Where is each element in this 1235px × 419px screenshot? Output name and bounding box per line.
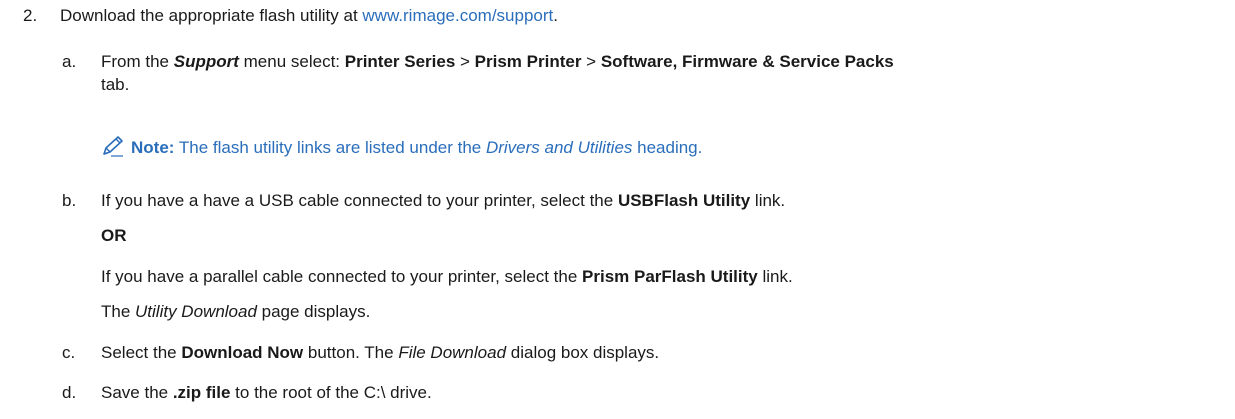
step-a-text-1: From the — [101, 52, 174, 71]
utility-download-text: The Utility Download page displays. — [101, 301, 370, 323]
step-letter-b: b. — [62, 191, 77, 210]
step-d-text: Save the .zip file to the root of the C:… — [101, 382, 432, 404]
step-a-tab-word: tab. — [101, 75, 130, 94]
support-menu-name: Support — [173, 52, 239, 71]
step-b-text: If you have a have a USB cable connected… — [101, 190, 785, 212]
prism-printer-label: Prism Printer — [474, 52, 582, 71]
step-a-text-2: menu select: — [238, 52, 345, 71]
step-c-text-3: dialog box displays. — [506, 343, 660, 362]
step-a-text: From the Support menu select: Printer Se… — [101, 51, 894, 73]
parallel-text-1: If you have a parallel cable connected t… — [101, 267, 583, 286]
step-b-text-2: link. — [750, 191, 786, 210]
step-letter-d: d. — [62, 383, 77, 402]
note-text-2: heading. — [632, 138, 703, 157]
support-link[interactable]: www.rimage.com/support — [362, 6, 553, 25]
drivers-utilities-heading: Drivers and Utilities — [485, 138, 633, 157]
menu-separator-1: > — [455, 52, 475, 71]
or-text: OR — [101, 226, 127, 245]
parallel-text-2: link. — [757, 267, 793, 286]
step-number-2: 2. — [23, 6, 38, 25]
step-b-text-1: If you have a have a USB cable connected… — [101, 191, 618, 210]
utility-download-page-name: Utility Download — [135, 302, 257, 321]
step-d-text-2: to the root of the C:\ drive. — [230, 383, 432, 402]
printer-series-label: Printer Series — [344, 52, 456, 71]
step-2-period: . — [553, 6, 558, 25]
parflash-utility-link-name: Prism ParFlash Utility — [582, 267, 758, 286]
pencil-icon — [103, 136, 123, 157]
menu-separator-2: > — [581, 52, 601, 71]
note-label: Note: — [131, 138, 175, 157]
note-line: Note: The flash utility links are listed… — [101, 135, 702, 159]
zip-file-name: .zip file — [172, 383, 231, 402]
file-download-dialog-name: File Download — [398, 343, 507, 362]
step-2-text-before: Download the appropriate flash utility a… — [60, 6, 363, 25]
step-letter-a: a. — [62, 52, 77, 71]
step-d-text-1: Save the — [101, 383, 173, 402]
step-2-text: Download the appropriate flash utility a… — [60, 5, 558, 27]
or-separator: OR — [101, 225, 127, 247]
utility-download-prefix: The — [101, 302, 136, 321]
step-b-parallel-text: If you have a parallel cable connected t… — [101, 266, 793, 288]
download-now-button-name: Download Now — [181, 343, 304, 362]
note-text-1: The flash utility links are listed under… — [174, 138, 486, 157]
step-c-text-1: Select the — [101, 343, 182, 362]
step-letter-c: c. — [62, 343, 76, 362]
usbflash-utility-link-name: USBFlash Utility — [617, 191, 751, 210]
step-c-text: Select the Download Now button. The File… — [101, 342, 659, 364]
utility-download-suffix: page displays. — [256, 302, 371, 321]
step-c-text-2: button. The — [303, 343, 399, 362]
software-tab-name: Software, Firmware & Service Packs — [600, 52, 894, 71]
